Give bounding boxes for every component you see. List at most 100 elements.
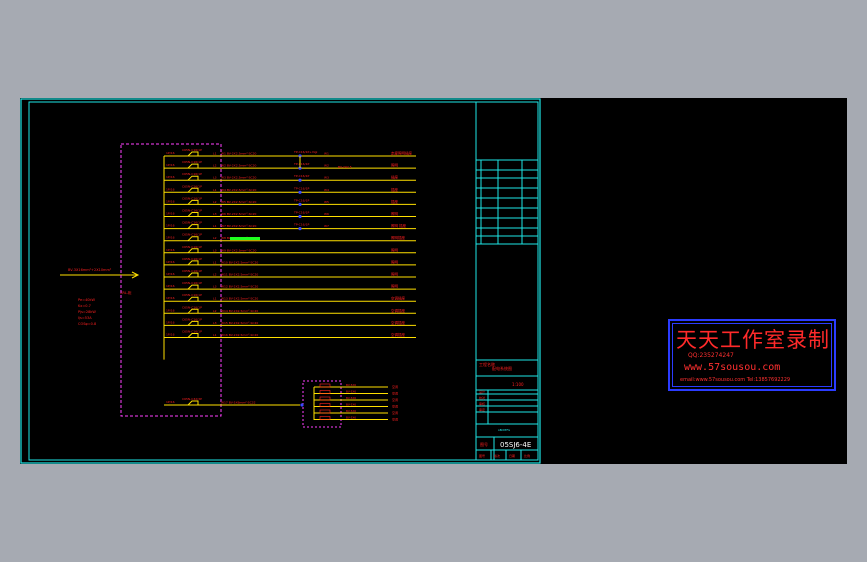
breaker-rating: 1P/16 [166, 199, 175, 203]
cable-spec: W10 BV-2X2.5mm²-SC20 [221, 260, 258, 264]
rcd-label: TP-C16/1P [293, 186, 309, 190]
breaker-symbol [187, 175, 199, 181]
cable-spec: W16 BV-2X2.5mm²-SC20 [221, 333, 258, 337]
sub-load: 空调 [392, 404, 398, 409]
breaker-phase: L3 [213, 176, 217, 180]
cad-viewport[interactable]: 工程名称 配电系统图 1:100 设计 校对 审核 审定 ABCDEFG 图号 05SJ6-4E 图… [20, 98, 847, 464]
footer-cell: 版次 [494, 453, 500, 458]
breaker-symbol [187, 151, 199, 157]
load-name: 走廊照明插座 [391, 151, 412, 156]
breaker-phase: L2 [213, 200, 217, 204]
breaker-symbol [187, 260, 199, 266]
breaker-rating: 1P/16 [166, 163, 175, 167]
breaker-symbol [187, 400, 199, 406]
breaker-phase: L3 [213, 212, 217, 216]
breaker-phase: L2 [213, 309, 217, 313]
cable-spec: W12 BV-2X2.5mm²-SC20 [221, 285, 258, 289]
outer-frame [20, 98, 541, 464]
breaker-tag: C65N-C16/1P [182, 245, 202, 249]
breaker-tag: C65N-C16/1P [182, 305, 202, 309]
sub-cable: BV-5X6 [346, 409, 356, 413]
cable-spec: W9 BV-2X2.5mm²-SC20 [221, 248, 257, 252]
breaker-tag: C65N-C16/1P [182, 293, 202, 297]
sub-cable: BV-5X6 [346, 390, 356, 394]
breaker-phase: L3 [213, 321, 217, 325]
sub-cable: BV-5X6 [346, 416, 356, 420]
load-name: 照明 [391, 285, 399, 289]
rcd-label: TP-C16/1P+Vigi [293, 150, 318, 154]
spec-line: COSφ=0.8 [78, 322, 96, 326]
electrical-diagram: 工程名称配电系统图1:100设计校对审核审定ABCDEFG图号 05SJ6-4E图… [20, 98, 541, 464]
breaker-phase: L2 [213, 164, 217, 168]
breaker-symbol [187, 248, 199, 254]
load-name: 照明 [391, 212, 399, 216]
breaker-tag: C65N-C16/1P [182, 184, 202, 188]
rcd-label: TP-C16/1P [293, 211, 309, 215]
sub-cable: BV-5X6 [346, 383, 356, 387]
cable-spec: W6 BV-2X2.5mm²-SC20 [221, 212, 257, 216]
cable-spec: W14 BV-2X2.5mm²-SC20 [221, 309, 258, 313]
sub-cable: BV-5X6 [346, 403, 356, 407]
sub-load: 空调 [392, 391, 398, 396]
breaker-symbol [187, 333, 199, 338]
drawing-no-label: 图号 [480, 441, 488, 447]
rcd-label: TP-C16/1P [293, 174, 309, 178]
rcd-code: W1 [324, 152, 329, 156]
drawing-name: 配电系统图 [492, 365, 512, 371]
breaker-rating: 1P/16 [166, 320, 175, 324]
stamp-title: 天天工作室录制 [676, 328, 830, 352]
rcd-code: W2 [324, 164, 329, 168]
rcd-code: W4 [324, 188, 329, 192]
breaker-phase: L2 [213, 236, 217, 240]
breaker-symbol [187, 187, 199, 193]
cable-spec: W1 BV-2X2.5mm²-SC20 [221, 152, 257, 156]
breaker-symbol [187, 296, 199, 302]
breaker-symbol [187, 163, 199, 169]
cable-spec: W11 BV-2X2.5mm²-SC20 [221, 273, 258, 277]
cable-spec: W5 BV-2X2.5mm²-SC20 [221, 200, 257, 204]
load-name: 照明 [391, 164, 399, 168]
breaker-rating: 1P/16 [166, 175, 175, 179]
breaker-phase: L1 [213, 260, 217, 264]
sub-load: 空调 [392, 397, 398, 402]
rcd-code: W7 [324, 224, 329, 228]
breaker-rating: 1P/16 [166, 400, 175, 404]
load-name: 空调插座 [391, 332, 405, 337]
rcd-label: TP-C16/1P [293, 198, 309, 202]
load-name: 空调插座 [391, 308, 405, 313]
breaker-tag: C65N-C16/1P [182, 221, 202, 225]
cable-spec: W15 BV-2X2.5mm²-SC20 [221, 321, 258, 325]
spec-line: Pjs=28kW [78, 310, 96, 314]
cable-spec: W7 BV-2X2.5mm²-SC20 [221, 224, 257, 228]
breaker-symbol [187, 199, 199, 205]
sub-load: 空调 [392, 384, 398, 389]
breaker-phase: L3 [213, 285, 217, 289]
load-name: 插座 [391, 175, 399, 180]
spec-line: Pe=40kW [78, 298, 96, 302]
load-name: 照明 [391, 273, 399, 277]
rcd-label: TP-C16/1P [293, 223, 309, 227]
title-small-label: 设计 [479, 389, 485, 394]
source-label: BV-3X16mm²+2X10mm² [68, 268, 112, 272]
title-small-label: 审定 [479, 407, 485, 412]
spec-line: Ijs=53A [78, 316, 92, 320]
cable-spec: W13 BV-2X2.5mm²-SC20 [221, 297, 258, 301]
rcd-label: TP-C16/1P [293, 162, 309, 166]
breaker-rating: 1P/16 [166, 333, 175, 337]
rcd-code: W6 [324, 212, 329, 216]
load-name: 照明 插座 [391, 223, 407, 228]
watermark-stamp: 天天工作室录制 QQ:235274247 www.57sousou.com em… [668, 319, 836, 391]
breaker-phase: L1 [213, 152, 217, 156]
breaker-rating: 1P/16 [166, 236, 175, 240]
breaker-tag: C65N-C16/1P [182, 196, 202, 200]
cabinet-label: XRL-柜 [120, 290, 132, 295]
highlight-marker [230, 237, 260, 240]
breaker-symbol [187, 284, 199, 290]
rcd-node [298, 190, 302, 194]
breaker-tag: C65N-C32/3P [182, 397, 202, 401]
cable-spec: W4 BV-2X2.5mm²-SC20 [221, 188, 257, 192]
breaker-tag: C65N-C16/1P [182, 233, 202, 237]
breaker-rating: 1P/16 [166, 212, 175, 216]
load-name: 照明 [391, 260, 399, 264]
stamp-qq: QQ:235274247 [688, 352, 734, 359]
